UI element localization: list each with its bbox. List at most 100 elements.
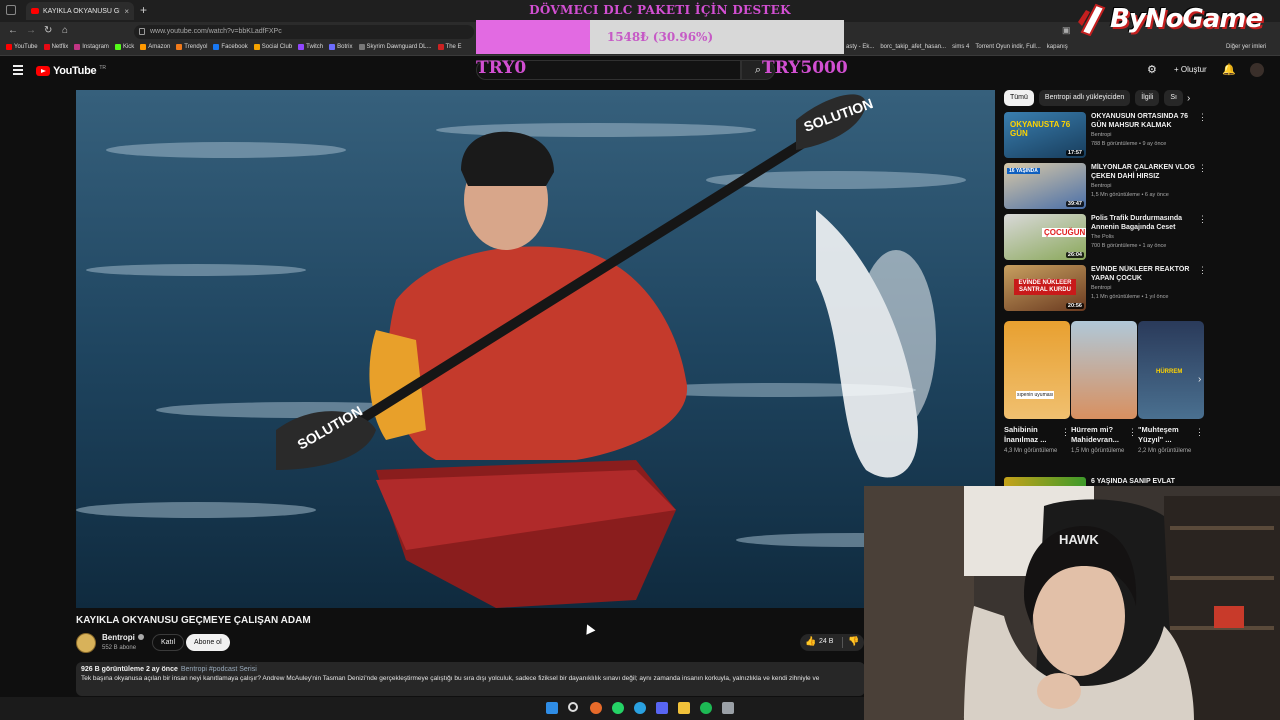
recommendation-meta: 1,5 Mn görüntüleme • 6 ay önce — [1091, 192, 1169, 198]
video-player[interactable]: SOLUTION SOLUTION — [76, 90, 995, 608]
gear-icon[interactable]: ⚙ — [1147, 63, 1157, 76]
bookmark-item[interactable]: Skyrim Dawnguard DL... — [358, 44, 432, 50]
folder-icon[interactable] — [678, 702, 690, 714]
join-button[interactable]: Katıl — [152, 634, 185, 651]
chevron-right-icon[interactable]: › — [1187, 93, 1190, 104]
video-duration: 39:47 — [1065, 201, 1084, 207]
recommendation-thumbnail[interactable]: ÇOCUĞUN 26:04 — [1004, 214, 1086, 260]
shorts-item[interactable]: Hürrem mi? Mahidevran... 1,5 Mn görüntül… — [1071, 321, 1137, 456]
bookmark-favicon-icon — [43, 44, 50, 50]
recommendation-thumbnail[interactable]: 16 YAŞINDA 39:47 — [1004, 163, 1086, 209]
tab-actions-icon[interactable] — [6, 5, 16, 15]
recommendation-item[interactable]: EVİNDE NÜKLEER SANTRAL KURDU 20:56 EVİND… — [1004, 265, 1207, 311]
discord-icon[interactable] — [656, 702, 668, 714]
shorts-item[interactable]: sıpenin uyuması Sahibinin İnanılmaz ... … — [1004, 321, 1070, 456]
bookmark-item[interactable]: The E — [437, 44, 462, 50]
new-tab-button[interactable]: + — [140, 3, 147, 17]
recommendation-thumbnail[interactable]: OKYANUSTA 76 GÜN 17:57 — [1004, 112, 1086, 158]
tab-title: KAYIKLA OKYANUSU GEÇM — [43, 7, 120, 15]
channel-name[interactable]: Bentropi — [102, 633, 144, 642]
home-icon[interactable]: ⌂ — [62, 25, 68, 36]
create-label: Oluştur — [1180, 65, 1207, 74]
shorts-thumbnail[interactable]: HÜRREM — [1138, 321, 1204, 419]
thumbnail-text: HÜRREM — [1156, 369, 1183, 375]
notifications-bell-icon[interactable]: 🔔 — [1222, 63, 1236, 76]
chair-logo-text: HAWK — [1059, 532, 1099, 547]
chip-more[interactable]: Sı — [1164, 90, 1183, 106]
bookmark-item[interactable]: Instagram — [74, 44, 109, 50]
chip-related[interactable]: İlgili — [1135, 90, 1160, 106]
bookmark-favicon-icon — [74, 44, 81, 50]
thumbs-up-icon[interactable]: 👍 — [805, 636, 816, 647]
tab-close-icon[interactable]: × — [124, 7, 129, 16]
view-stats: 926 B görüntüleme 2 ay önce Bentropi #pod… — [81, 666, 860, 673]
bookmark-item[interactable]: Facebook — [213, 44, 248, 50]
browser-tab-youtube[interactable]: KAYIKLA OKYANUSU GEÇM × — [26, 2, 134, 20]
bookmark-item[interactable]: Twitch — [298, 44, 323, 50]
bookmark-item[interactable]: asty - Ek... — [846, 44, 874, 50]
youtube-logo-text: YouTube — [53, 65, 97, 77]
recommendation-item[interactable]: 16 YAŞINDA 39:47 MİLYONLAR ÇALARKEN VLOG… — [1004, 163, 1207, 209]
chip-uploader[interactable]: Bentropi adlı yükleyiciden — [1038, 90, 1131, 106]
search-icon[interactable] — [568, 702, 578, 712]
bookmark-item[interactable]: YouTube — [6, 44, 38, 50]
shorts-item[interactable]: HÜRREM "Muhteşem Yüzyıl" ... 2,2 Mn görü… — [1138, 321, 1204, 456]
other-bookmarks[interactable]: Diğer yer imleri — [1226, 44, 1266, 50]
telegram-icon[interactable] — [634, 702, 646, 714]
bookmark-item[interactable]: Trendyol — [176, 44, 207, 50]
shorts-title: Sahibinin İnanılmaz ... — [1004, 425, 1047, 444]
thumbnail-text: sıpenin uyuması — [1016, 391, 1055, 399]
donation-min-label: TRY0 — [476, 58, 527, 78]
view-count-date: 926 B görüntüleme 2 ay önce — [81, 666, 178, 673]
bookmark-item[interactable]: sims 4 — [952, 44, 969, 50]
recommendation-item[interactable]: OKYANUSTA 76 GÜN 17:57 OKYANUSUN ORTASIN… — [1004, 112, 1207, 158]
more-options-icon[interactable]: ⋮ — [1061, 427, 1070, 438]
spotify-icon[interactable] — [700, 702, 712, 714]
bookmark-favicon-icon — [213, 44, 220, 50]
back-icon[interactable]: ← — [8, 25, 18, 36]
youtube-logo[interactable]: YouTube TR — [36, 65, 106, 77]
bookmark-item[interactable]: borc_takip_afet_hasan... — [880, 44, 946, 50]
bookmark-item[interactable]: Social Club — [253, 44, 292, 50]
subscribe-button[interactable]: Abone ol — [186, 634, 230, 651]
youtube-play-icon — [36, 66, 50, 76]
extensions-icon[interactable]: ▣ — [1062, 25, 1071, 36]
recommendation-thumbnail[interactable]: EVİNDE NÜKLEER SANTRAL KURDU 20:56 — [1004, 265, 1086, 311]
bookmark-item[interactable]: Kick — [114, 44, 134, 50]
windows-icon[interactable] — [546, 702, 558, 714]
bookmark-item[interactable]: Netflix — [43, 44, 69, 50]
shorts-thumbnail[interactable] — [1071, 321, 1137, 419]
reload-icon[interactable]: ↻ — [44, 25, 52, 36]
more-options-icon[interactable]: ⋮ — [1198, 265, 1207, 276]
menu-icon[interactable] — [13, 65, 23, 77]
site-info-icon[interactable] — [139, 28, 145, 35]
more-options-icon[interactable]: ⋮ — [1128, 427, 1137, 438]
create-button[interactable]: + Oluştur — [1168, 61, 1213, 79]
whatsapp-icon[interactable] — [612, 702, 624, 714]
bookmark-favicon-icon — [437, 44, 444, 50]
shorts-thumbnail[interactable]: sıpenin uyuması — [1004, 321, 1070, 419]
bookmark-label: YouTube — [14, 44, 38, 50]
more-options-icon[interactable]: ⋮ — [1198, 112, 1207, 123]
thumbs-down-icon[interactable]: 👎 — [848, 636, 859, 647]
hashtags[interactable]: Bentropi #podcast Serisi — [181, 666, 257, 673]
forward-icon[interactable]: → — [26, 25, 36, 36]
channel-avatar[interactable] — [76, 633, 96, 653]
recommendation-item[interactable]: ÇOCUĞUN 26:04 Polis Trafik Durdurmasında… — [1004, 214, 1207, 260]
bookmark-item[interactable]: Amazon — [140, 44, 170, 50]
calculator-icon[interactable] — [722, 702, 734, 714]
bookmark-item[interactable]: kapanış — [1047, 44, 1068, 50]
more-options-icon[interactable]: ⋮ — [1198, 163, 1207, 174]
more-options-icon[interactable]: ⋮ — [1198, 214, 1207, 225]
account-avatar[interactable] — [1250, 63, 1264, 77]
shorts-next-icon[interactable]: › — [1198, 374, 1201, 385]
bookmark-item[interactable]: Torrent Oyun indir, Full... — [975, 44, 1040, 50]
url-field[interactable]: www.youtube.com/watch?v=bbKLadfFXPc — [134, 25, 474, 39]
bookmark-label: Netflix — [51, 44, 69, 50]
more-options-icon[interactable]: ⋮ — [1195, 427, 1204, 438]
firefox-icon[interactable] — [590, 702, 602, 714]
bookmark-item[interactable]: Botrix — [329, 44, 353, 50]
chip-all[interactable]: Tümü — [1004, 90, 1034, 106]
description-box[interactable]: 926 B görüntüleme 2 ay önce Bentropi #pod… — [76, 662, 865, 696]
mouse-cursor-icon — [582, 622, 596, 635]
